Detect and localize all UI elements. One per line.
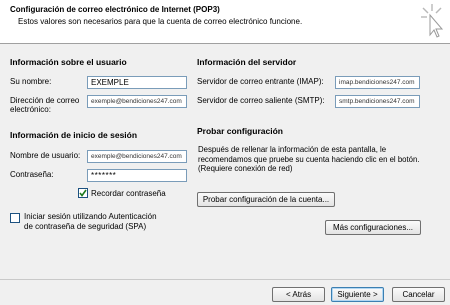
name-field[interactable]: EXEMPLE [87,76,187,89]
next-button[interactable]: Siguiente > [331,287,384,302]
incoming-server-label: Servidor de correo entrante (IMAP): [197,77,324,86]
cancel-button[interactable]: Cancelar [392,287,445,302]
back-button[interactable]: < Atrás [272,287,325,302]
test-settings-heading: Probar configuración [197,126,283,136]
outgoing-server-label: Servidor de correo saliente (SMTP): [197,96,325,105]
header-title: Configuración de correo electrónico de I… [10,5,220,14]
footer-divider [0,279,450,280]
more-settings-button[interactable]: Más configuraciones... [325,220,421,235]
username-field[interactable]: exemple@bendiciones247.com [87,150,187,163]
remember-password-checkbox[interactable] [78,188,88,198]
login-info-heading: Información de inicio de sesión [10,130,138,140]
email-label-line2: electrónico: [10,105,51,114]
outgoing-server-field[interactable]: smtp.bendiciones247.com [335,95,420,108]
click-cursor-icon [421,4,444,38]
username-label: Nombre de usuario: [10,151,81,160]
test-account-button[interactable]: Probar configuración de la cuenta... [197,192,335,207]
header-subtitle: Estos valores son necesarios para que la… [18,17,303,26]
name-label: Su nombre: [10,77,52,86]
incoming-server-field[interactable]: imap.bendiciones247.com [335,76,420,89]
password-field[interactable]: ******* [87,169,187,182]
test-settings-description: Después de rellenar la información de es… [198,145,420,174]
email-field[interactable]: exemple@bendiciones247.com [87,95,187,108]
spa-label-line2[interactable]: de contraseña de seguridad (SPA) [24,222,146,232]
password-label: Contraseña: [10,170,54,179]
user-info-heading: Información sobre el usuario [10,57,127,67]
remember-password-label[interactable]: Recordar contraseña [91,189,166,199]
spa-checkbox[interactable] [10,213,20,223]
checkmark-icon [79,189,87,197]
dialog-header: Configuración de correo electrónico de I… [0,0,450,44]
spa-label-line1[interactable]: Iniciar sesión utilizando Autenticación [24,212,157,222]
server-info-heading: Información del servidor [197,57,297,67]
